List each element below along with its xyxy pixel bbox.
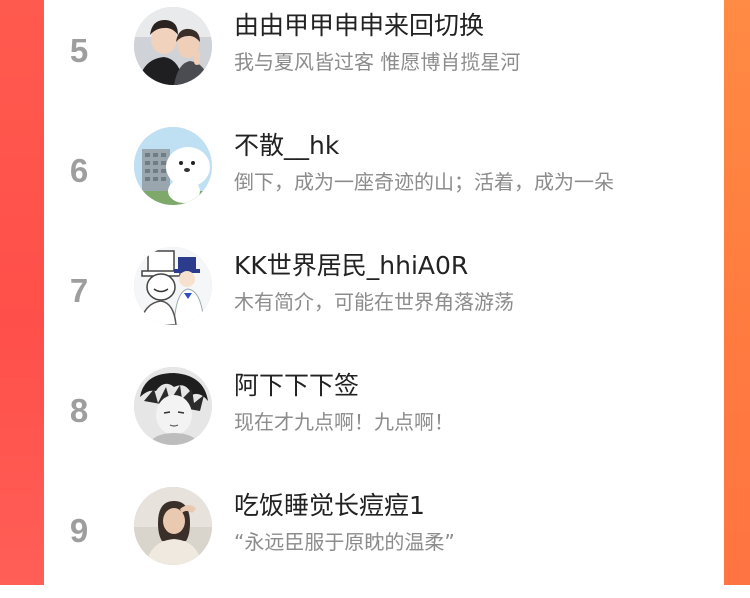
list-item[interactable]: 9 吃饭睡觉长痘痘1 “永远臣服于原眈的温柔” [44,480,724,598]
username[interactable]: KK世界居民_hhiA0R [234,250,468,282]
username[interactable]: 不散__hk [234,130,339,162]
username[interactable]: 由由甲甲申申来回切换 [234,10,484,42]
list-item[interactable]: 5 由由甲甲申申来回切换 我与夏风皆过客 惟愿博肖揽星河 [44,0,724,118]
rank-number: 5 [69,32,89,69]
rank-number: 8 [69,392,89,429]
rank-number: 9 [69,512,89,549]
ranking-list: 5 由由甲甲申申来回切换 我与夏风皆过客 惟愿博肖揽星河 6 不散__hk 倒下… [44,0,724,585]
list-item[interactable]: 6 不散__hk 倒下，成为一座奇迹的山；活着，成为一朵 [44,120,724,238]
sketch-anime-boy-avatar[interactable] [134,367,212,445]
list-item[interactable]: 7 KK世界居民_hhiA0R 木有简介，可能在世界角落游荡 [44,240,724,358]
kaito-kid-anime-avatar[interactable] [134,247,212,325]
user-bio: 现在才九点啊！九点啊！ [234,410,454,434]
user-bio: “永远臣服于原眈的温柔” [234,530,455,554]
girl-photo-avatar[interactable] [134,487,212,565]
rank-number: 7 [69,272,89,309]
user-bio: 木有简介，可能在世界角落游荡 [234,290,514,314]
rank-number: 6 [69,152,89,189]
user-bio: 我与夏风皆过客 惟愿博肖揽星河 [234,50,521,74]
username[interactable]: 吃饭睡觉长痘痘1 [234,490,425,522]
list-item[interactable]: 8 阿下下下签 现在才九点啊！九点啊！ [44,360,724,478]
cartoon-bear-building-avatar[interactable] [134,127,212,205]
photo-two-people-avatar[interactable] [134,7,212,85]
user-bio: 倒下，成为一座奇迹的山；活着，成为一朵 [234,170,614,194]
username[interactable]: 阿下下下签 [234,370,359,402]
